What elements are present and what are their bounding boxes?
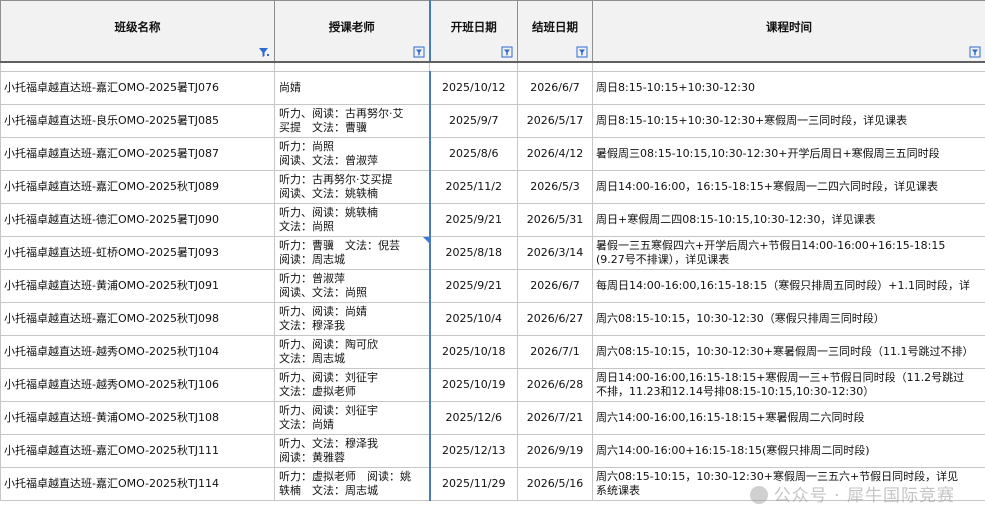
teacher-cell[interactable]: 听力：尚照 阅读、文法：曾淑萍: [274, 137, 430, 171]
schedule-cell[interactable]: 周六08:15-10:15，10:30-12:30（寒假只排周三同时段）: [592, 302, 985, 336]
start-date-cell[interactable]: 2025/8/6: [428, 137, 518, 171]
schedule-cell[interactable]: 周日8:15-10:15+10:30-12:30+寒假周一三同时段，详见课表: [592, 104, 985, 138]
filter-icon[interactable]: [258, 46, 270, 58]
start-date-cell[interactable]: 2025/10/18: [428, 335, 518, 369]
table-row[interactable]: 小托福卓越直达班-德汇OMO-2025暑TJ090 听力、阅读：姚轶楠 文法：尚…: [0, 203, 985, 237]
end-date-cell[interactable]: 2026/7/21: [517, 401, 593, 435]
header-end-date-label: 结班日期: [532, 20, 578, 34]
table-row[interactable]: 小托福卓越直达班-黄浦OMO-2025秋TJ091 听力：曾淑萍 阅读、文法：尚…: [0, 269, 985, 303]
table-row[interactable]: 小托福卓越直达班-越秀OMO-2025秋TJ106 听力、阅读：刘征宇 文法：虚…: [0, 368, 985, 402]
schedule-cell[interactable]: 周六14:00-16:00,16:15-18:15+寒暑假周二六同时段: [592, 401, 985, 435]
start-date-cell[interactable]: 2025/11/29: [428, 467, 518, 501]
end-date-cell[interactable]: 2026/4/12: [517, 137, 593, 171]
table-row[interactable]: 小托福卓越直达班-越秀OMO-2025秋TJ104 听力、阅读：陶可欣 文法：周…: [0, 335, 985, 369]
schedule-cell[interactable]: 每周日14:00-16:00,16:15-18:15（寒假只排周五同时段）+1.…: [592, 269, 985, 303]
table-row[interactable]: 小托福卓越直达班-嘉汇OMO-2025秋TJ089 听力：古再努尔·艾买提 阅读…: [0, 170, 985, 204]
header-schedule-label: 课程时间: [766, 20, 812, 34]
table-row[interactable]: 小托福卓越直达班-嘉汇OMO-2025暑TJ076 尚婧 2025/10/12 …: [0, 71, 985, 105]
table-row[interactable]: 小托福卓越直达班-良乐OMO-2025暑TJ085 听力、阅读：古再努尔·艾 买…: [0, 104, 985, 138]
header-start-date: 开班日期: [428, 0, 518, 63]
header-class-name-label: 班级名称: [114, 20, 161, 34]
comment-marker-icon[interactable]: [422, 237, 429, 243]
teacher-cell[interactable]: 听力、阅读：尚婧 文法：穆泽我: [274, 302, 430, 336]
class-name-cell[interactable]: 小托福卓越直达班-德汇OMO-2025暑TJ090: [0, 203, 275, 237]
end-date-cell[interactable]: 2026/9/19: [517, 434, 593, 468]
start-date-cell[interactable]: 2025/9/7: [428, 104, 518, 138]
start-date-cell[interactable]: 2025/9/21: [428, 203, 518, 237]
class-name-cell[interactable]: 小托福卓越直达班-黄浦OMO-2025秋TJ108: [0, 401, 275, 435]
class-schedule-sheet: 班级名称 授课老师 开班日期 结班日期 课程时间 小托福卓越直达班-嘉汇OMO-…: [0, 0, 985, 501]
teacher-cell[interactable]: 听力、阅读：刘征宇 文法：尚婧: [274, 401, 430, 435]
filter-icon[interactable]: [969, 46, 981, 58]
header-start-date-label: 开班日期: [450, 20, 497, 34]
header-teacher-label: 授课老师: [328, 20, 375, 34]
start-date-cell[interactable]: 2025/10/4: [428, 302, 518, 336]
spacer-row: [0, 62, 985, 72]
end-date-cell[interactable]: 2026/3/14: [517, 236, 593, 270]
class-name-cell[interactable]: 小托福卓越直达班-虹桥OMO-2025暑TJ093: [0, 236, 275, 270]
end-date-cell[interactable]: 2026/5/16: [517, 467, 593, 501]
class-name-cell[interactable]: 小托福卓越直达班-嘉汇OMO-2025秋TJ111: [0, 434, 275, 468]
start-date-cell[interactable]: 2025/12/6: [428, 401, 518, 435]
class-name-cell[interactable]: 小托福卓越直达班-越秀OMO-2025秋TJ104: [0, 335, 275, 369]
table-row[interactable]: 小托福卓越直达班-嘉汇OMO-2025秋TJ098 听力、阅读：尚婧 文法：穆泽…: [0, 302, 985, 336]
start-date-cell[interactable]: 2025/9/21: [428, 269, 518, 303]
class-name-cell[interactable]: 小托福卓越直达班-黄浦OMO-2025秋TJ091: [0, 269, 275, 303]
teacher-cell[interactable]: 听力、阅读：古再努尔·艾 买提 文法：曹骥: [274, 104, 430, 138]
header-class-name: 班级名称: [0, 0, 275, 63]
teacher-cell[interactable]: 听力、阅读：陶可欣 文法：周志城: [274, 335, 430, 369]
schedule-cell[interactable]: 周日+寒假周二四08:15-10:15,10:30-12:30，详见课表: [592, 203, 985, 237]
table-row[interactable]: 小托福卓越直达班-嘉汇OMO-2025暑TJ087 听力：尚照 阅读、文法：曾淑…: [0, 137, 985, 171]
end-date-cell[interactable]: 2026/5/31: [517, 203, 593, 237]
table-row[interactable]: 小托福卓越直达班-嘉汇OMO-2025秋TJ114 听力：虚拟老师 阅读：姚 轶…: [0, 467, 985, 501]
filter-icon[interactable]: [576, 46, 588, 58]
header-schedule: 课程时间: [592, 0, 985, 63]
teacher-cell[interactable]: 听力：曾淑萍 阅读、文法：尚照: [274, 269, 430, 303]
end-date-cell[interactable]: 2026/5/3: [517, 170, 593, 204]
start-date-cell[interactable]: 2025/10/19: [428, 368, 518, 402]
end-date-cell[interactable]: 2026/6/7: [517, 269, 593, 303]
class-name-cell[interactable]: 小托福卓越直达班-越秀OMO-2025秋TJ106: [0, 368, 275, 402]
start-date-cell[interactable]: 2025/12/13: [428, 434, 518, 468]
schedule-cell[interactable]: 周六14:00-16:00+16:15-18:15(寒假只排周二同时段): [592, 434, 985, 468]
schedule-cell[interactable]: 周六08:15-10:15，10:30-12:30+寒假周一三五六+节假日同时段…: [592, 467, 985, 501]
schedule-cell[interactable]: 周日14:00-16:00，16:15-18:15+寒假周一二四六同时段，详见课…: [592, 170, 985, 204]
teacher-cell[interactable]: 听力：曹骥 文法：倪芸 阅读：周志城: [274, 236, 430, 270]
end-date-cell[interactable]: 2026/5/17: [517, 104, 593, 138]
class-name-cell[interactable]: 小托福卓越直达班-嘉汇OMO-2025秋TJ098: [0, 302, 275, 336]
schedule-cell[interactable]: 周日14:00-16:00,16:15-18:15+寒假周一三+节假日同时段（1…: [592, 368, 985, 402]
class-name-cell[interactable]: 小托福卓越直达班-良乐OMO-2025暑TJ085: [0, 104, 275, 138]
table-row[interactable]: 小托福卓越直达班-黄浦OMO-2025秋TJ108 听力、阅读：刘征宇 文法：尚…: [0, 401, 985, 435]
teacher-cell[interactable]: 尚婧: [274, 71, 430, 105]
header-end-date: 结班日期: [517, 0, 593, 63]
filter-icon[interactable]: [413, 46, 425, 58]
class-name-cell[interactable]: 小托福卓越直达班-嘉汇OMO-2025暑TJ076: [0, 71, 275, 105]
schedule-cell[interactable]: 暑假一三五寒假四六+开学后周六+节假日14:00-16:00+16:15-18:…: [592, 236, 985, 270]
teacher-cell[interactable]: 听力、阅读：刘征宇 文法：虚拟老师: [274, 368, 430, 402]
schedule-cell[interactable]: 周六08:15-10:15，10:30-12:30+寒暑假周一三同时段（11.1…: [592, 335, 985, 369]
table-row[interactable]: 小托福卓越直达班-虹桥OMO-2025暑TJ093 听力：曹骥 文法：倪芸 阅读…: [0, 236, 985, 270]
start-date-cell[interactable]: 2025/10/12: [428, 71, 518, 105]
schedule-cell[interactable]: 暑假周三08:15-10:15,10:30-12:30+开学后周日+寒假周三五同…: [592, 137, 985, 171]
start-date-cell[interactable]: 2025/8/18: [428, 236, 518, 270]
end-date-cell[interactable]: 2026/6/27: [517, 302, 593, 336]
schedule-cell[interactable]: 周日8:15-10:15+10:30-12:30: [592, 71, 985, 105]
teacher-cell[interactable]: 听力、文法：穆泽我 阅读：黄雅蓉: [274, 434, 430, 468]
end-date-cell[interactable]: 2026/6/28: [517, 368, 593, 402]
teacher-cell[interactable]: 听力：虚拟老师 阅读：姚 轶楠 文法：周志城: [274, 467, 430, 501]
end-date-cell[interactable]: 2026/7/1: [517, 335, 593, 369]
filter-icon[interactable]: [501, 46, 513, 58]
class-name-cell[interactable]: 小托福卓越直达班-嘉汇OMO-2025秋TJ114: [0, 467, 275, 501]
teacher-text: 听力：曹骥 文法：倪芸 阅读：周志城: [279, 239, 400, 266]
end-date-cell[interactable]: 2026/6/7: [517, 71, 593, 105]
start-date-cell[interactable]: 2025/11/2: [428, 170, 518, 204]
header-row: 班级名称 授课老师 开班日期 结班日期 课程时间: [0, 0, 985, 63]
class-name-cell[interactable]: 小托福卓越直达班-嘉汇OMO-2025暑TJ087: [0, 137, 275, 171]
teacher-cell[interactable]: 听力：古再努尔·艾买提 阅读、文法：姚轶楠: [274, 170, 430, 204]
table-row[interactable]: 小托福卓越直达班-嘉汇OMO-2025秋TJ111 听力、文法：穆泽我 阅读：黄…: [0, 434, 985, 468]
teacher-cell[interactable]: 听力、阅读：姚轶楠 文法：尚照: [274, 203, 430, 237]
header-teacher: 授课老师: [274, 0, 430, 63]
class-name-cell[interactable]: 小托福卓越直达班-嘉汇OMO-2025秋TJ089: [0, 170, 275, 204]
